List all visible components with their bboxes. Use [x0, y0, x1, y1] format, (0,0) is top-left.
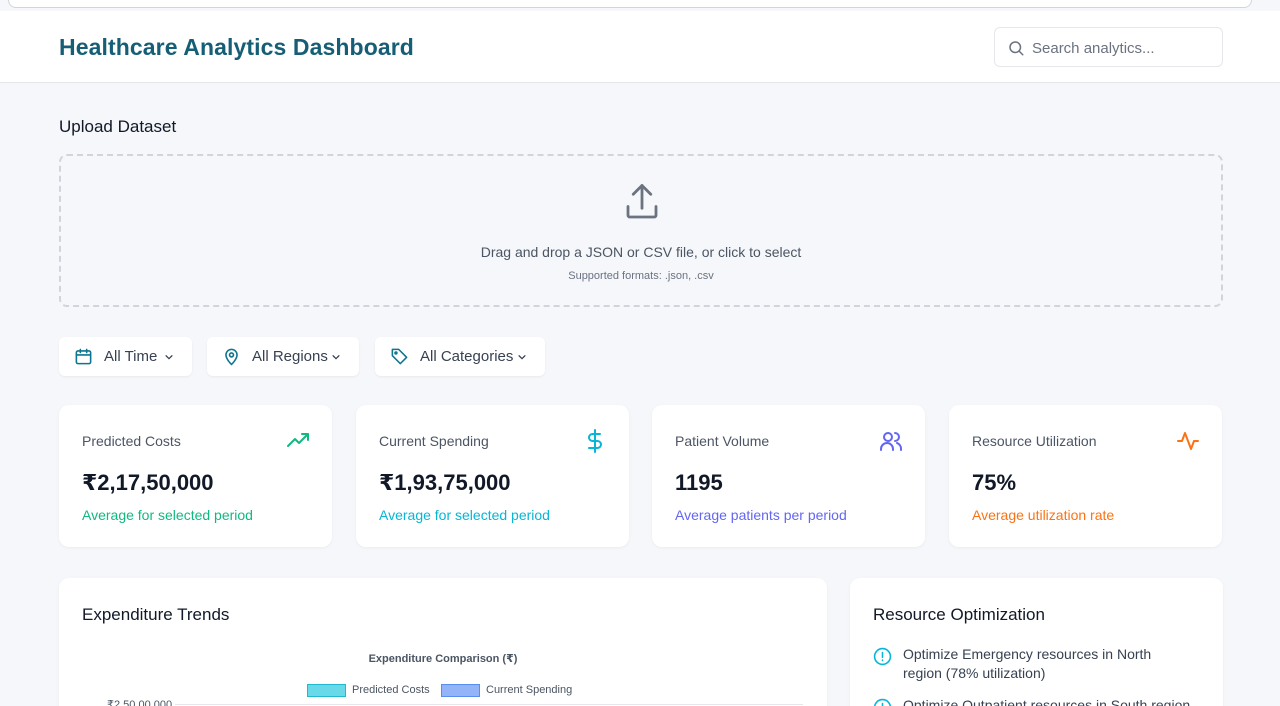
legend-label-predicted: Predicted Costs [352, 684, 430, 696]
current-spending-card: Current Spending ₹1,93,75,000 Average fo… [356, 405, 629, 547]
card-subtitle: Average for selected period [82, 507, 253, 523]
category-filter-label: All Categories [420, 348, 514, 365]
trending-up-icon [287, 433, 309, 447]
calendar-icon [75, 348, 92, 365]
page-title: Healthcare Analytics Dashboard [59, 34, 414, 60]
dropzone-prompt: Drag and drop a JSON or CSV file, or cli… [480, 244, 802, 260]
region-filter[interactable]: All Regions [207, 337, 359, 376]
card-title: Predicted Costs [82, 433, 181, 449]
upload-section-title: Upload Dataset [59, 117, 177, 136]
search-icon [1009, 41, 1024, 56]
recommendation-text: Optimize Emergency resources in North re… [903, 646, 1152, 681]
card-title: Patient Volume [675, 433, 770, 449]
alert-circle-icon [873, 698, 892, 706]
time-filter[interactable]: All Time [59, 337, 192, 376]
legend-swatch-current [441, 684, 480, 697]
card-subtitle: Average utilization rate [972, 507, 1115, 523]
card-value: 1195 [675, 470, 723, 495]
dollar-icon [588, 429, 602, 453]
chevron-down-icon [332, 355, 340, 360]
resource-utilization-card: Resource Utilization 75% Average utiliza… [949, 405, 1222, 547]
chevron-down-icon [165, 355, 173, 360]
region-filter-label: All Regions [252, 348, 328, 365]
users-icon [880, 432, 902, 451]
card-value: ₹2,17,50,000 [82, 470, 214, 495]
expenditure-trends-panel: Expenditure Trends Expenditure Compariso… [59, 578, 827, 706]
chart-title: Expenditure Comparison (₹) [368, 653, 518, 665]
header: Healthcare Analytics Dashboard [0, 11, 1280, 83]
tag-icon [391, 348, 408, 365]
card-title: Current Spending [379, 433, 489, 449]
search-box[interactable] [994, 27, 1223, 67]
predicted-costs-card: Predicted Costs ₹2,17,50,000 Average for… [59, 405, 332, 547]
chart-gridline [175, 704, 803, 705]
time-filter-label: All Time [104, 348, 158, 365]
recommendation-text: Optimize Outpatient resources in South r… [903, 697, 1191, 706]
card-value: 75% [972, 470, 1017, 495]
card-subtitle: Average patients per period [675, 507, 847, 523]
panel-title: Expenditure Trends [82, 605, 230, 624]
card-value: ₹1,93,75,000 [379, 470, 511, 495]
chevron-down-icon [518, 355, 526, 360]
resource-optimization-panel: Resource Optimization Optimize Emergency… [850, 578, 1223, 706]
y-tick-label: ₹2,50,00,000 [107, 699, 173, 706]
legend-swatch-predicted [307, 684, 346, 697]
category-filter[interactable]: All Categories [375, 337, 545, 376]
patient-volume-card: Patient Volume 1195 Average patients per… [652, 405, 925, 547]
file-dropzone[interactable]: Drag and drop a JSON or CSV file, or cli… [59, 154, 1223, 307]
upload-icon [626, 184, 658, 219]
browser-address-bar[interactable] [8, 0, 1252, 8]
dropzone-formats: Supported formats: .json, .csv [568, 270, 714, 282]
legend-label-current: Current Spending [486, 684, 573, 696]
panel-title: Resource Optimization [873, 605, 1045, 624]
map-pin-icon [225, 348, 238, 366]
card-title: Resource Utilization [972, 433, 1097, 449]
search-input[interactable] [1032, 37, 1212, 59]
activity-icon [1177, 432, 1199, 450]
card-subtitle: Average for selected period [379, 507, 550, 523]
alert-circle-icon [873, 647, 892, 666]
